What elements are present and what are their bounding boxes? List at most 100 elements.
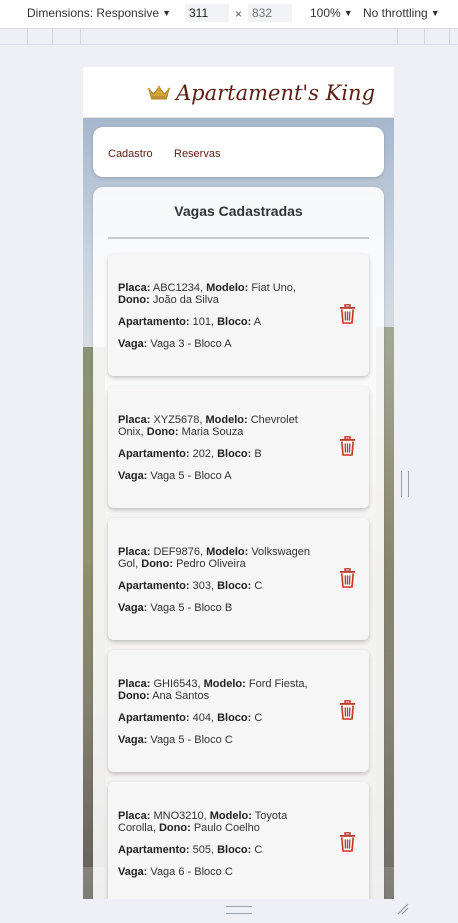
trash-icon[interactable] xyxy=(339,700,356,725)
site-logo-text[interactable]: Apartament's King xyxy=(176,81,375,105)
apartamento-value: 303 xyxy=(192,580,211,592)
vaga-label: Vaga: xyxy=(118,734,148,746)
media-query-ruler xyxy=(0,28,458,45)
throttling-label: No throttling xyxy=(363,6,428,20)
dono-label: Dono: xyxy=(118,294,150,306)
modelo-label: Modelo: xyxy=(205,414,248,426)
placa-value: MNO3210 xyxy=(153,810,204,822)
vaga-label: Vaga: xyxy=(118,866,148,878)
caret-down-icon: ▼ xyxy=(162,8,171,18)
trash-icon[interactable] xyxy=(339,436,356,461)
throttling-select[interactable]: No throttling ▼ xyxy=(363,6,440,20)
placa-value: ABC1234 xyxy=(152,282,200,294)
slot-info: Vaga: Vaga 5 - Bloco B xyxy=(118,602,232,614)
modelo-value: Ford Fiesta xyxy=(248,678,305,690)
placa-value: XYZ5678 xyxy=(153,414,200,426)
apartamento-value: 505 xyxy=(192,844,211,856)
placa-label: Placa: xyxy=(118,546,151,558)
slot-info: Vaga: Vaga 5 - Bloco C xyxy=(118,734,233,746)
vaga-label: Vaga: xyxy=(118,602,148,614)
vehicle-info: Placa: XYZ5678, Modelo: Chevrolet Onix, … xyxy=(118,414,298,438)
placa-label: Placa: xyxy=(118,414,151,426)
times-sign: × xyxy=(235,7,243,21)
parking-list-panel: Vagas Cadastradas Placa: ABC1234, Modelo… xyxy=(93,187,384,899)
dimensions-select[interactable]: Dimensions: Responsive ▼ xyxy=(27,6,171,20)
vehicle-info: Placa: MNO3210, Modelo: Toyota Corolla, … xyxy=(118,810,288,834)
dimensions-label: Dimensions: Responsive xyxy=(27,6,160,20)
apartment-info: Apartamento: 303, Bloco: C xyxy=(118,580,263,592)
placa-label: Placa: xyxy=(118,282,151,294)
dono-value: Pedro Oliveira xyxy=(176,558,246,570)
width-input[interactable] xyxy=(185,4,229,22)
resize-handle-right[interactable] xyxy=(401,471,409,497)
placa-value: GHI6543 xyxy=(153,678,198,690)
placa-value: DEF9876 xyxy=(153,546,200,558)
dono-value: Ana Santos xyxy=(152,690,210,702)
nav-link-reservas[interactable]: Reservas xyxy=(174,148,220,160)
site-header: Apartament's King xyxy=(83,67,394,118)
vaga-label: Vaga: xyxy=(118,470,148,482)
divider xyxy=(108,237,369,239)
dono-value: Paulo Coelho xyxy=(193,822,260,834)
dono-label: Dono: xyxy=(158,822,191,834)
dono-value: João da Silva xyxy=(152,294,219,306)
apartamento-value: 101 xyxy=(192,316,211,328)
bloco-value: A xyxy=(253,316,262,328)
slot-info: Vaga: Vaga 6 - Bloco C xyxy=(118,866,233,878)
placa-label: Placa: xyxy=(118,678,151,690)
slot-info: Vaga: Vaga 5 - Bloco A xyxy=(118,470,232,482)
zoom-select[interactable]: 100% ▼ xyxy=(310,6,353,20)
dono-label: Dono: xyxy=(118,690,150,702)
resize-handle-bottom[interactable] xyxy=(226,906,252,914)
bloco-value: C xyxy=(254,580,263,592)
vaga-label: Vaga: xyxy=(118,338,148,350)
vaga-value: Vaga 5 - Bloco B xyxy=(150,602,233,614)
vaga-value: Vaga 6 - Bloco C xyxy=(150,866,233,878)
modelo-label: Modelo: xyxy=(203,678,246,690)
zoom-label: 100% xyxy=(310,6,341,20)
height-input[interactable] xyxy=(248,4,292,22)
apartment-info: Apartamento: 202, Bloco: B xyxy=(118,448,262,460)
trash-icon[interactable] xyxy=(339,832,356,857)
placa-label: Placa: xyxy=(118,810,151,822)
apartment-info: Apartamento: 101, Bloco: A xyxy=(118,316,262,328)
caret-down-icon: ▼ xyxy=(343,8,353,18)
apartamento-value: 202 xyxy=(192,448,211,460)
crown-icon xyxy=(147,85,171,105)
vaga-value: Vaga 5 - Bloco C xyxy=(150,734,233,746)
parking-slot-card: Placa: GHI6543, Modelo: Ford Fiesta, Don… xyxy=(108,650,369,772)
apartamento-label: Apartamento: xyxy=(118,580,190,592)
nav-menu: Cadastro Reservas xyxy=(93,127,384,177)
apartamento-label: Apartamento: xyxy=(118,844,190,856)
dono-label: Dono: xyxy=(146,426,179,438)
page-title: Vagas Cadastradas xyxy=(174,203,303,219)
bloco-label: Bloco: xyxy=(217,844,252,856)
parking-slot-card: Placa: ABC1234, Modelo: Fiat Uno, Dono: … xyxy=(108,254,369,376)
bloco-value: B xyxy=(254,448,262,460)
parking-slot-card: Placa: MNO3210, Modelo: Toyota Corolla, … xyxy=(108,782,369,899)
bloco-value: C xyxy=(254,712,263,724)
vaga-value: Vaga 3 - Bloco A xyxy=(150,338,232,350)
vehicle-info: Placa: DEF9876, Modelo: Volkswagen Gol, … xyxy=(118,546,311,570)
apartment-info: Apartamento: 505, Bloco: C xyxy=(118,844,263,856)
bloco-value: C xyxy=(254,844,263,856)
modelo-label: Modelo: xyxy=(206,546,249,558)
dono-label: Dono: xyxy=(141,558,174,570)
device-toolbar: Dimensions: Responsive▼ × 100%▼ No throt… xyxy=(0,0,458,28)
resize-corner-icon[interactable] xyxy=(397,902,409,920)
bloco-label: Bloco: xyxy=(217,580,252,592)
apartamento-value: 404 xyxy=(192,712,211,724)
caret-down-icon: ▼ xyxy=(430,8,440,18)
trash-icon[interactable] xyxy=(339,568,356,593)
bloco-label: Bloco: xyxy=(217,448,252,460)
vaga-value: Vaga 5 - Bloco A xyxy=(150,470,232,482)
trash-icon[interactable] xyxy=(339,304,356,329)
device-viewport: Apartament's King Cadastro Reservas Vaga… xyxy=(83,67,394,899)
apartamento-label: Apartamento: xyxy=(118,712,190,724)
modelo-value: Fiat Uno xyxy=(251,282,293,294)
apartamento-label: Apartamento: xyxy=(118,448,190,460)
parking-slot-card: Placa: DEF9876, Modelo: Volkswagen Gol, … xyxy=(108,518,369,640)
nav-link-cadastro[interactable]: Cadastro xyxy=(108,148,153,160)
dono-value: Maria Souza xyxy=(181,426,244,438)
modelo-label: Modelo: xyxy=(206,282,249,294)
